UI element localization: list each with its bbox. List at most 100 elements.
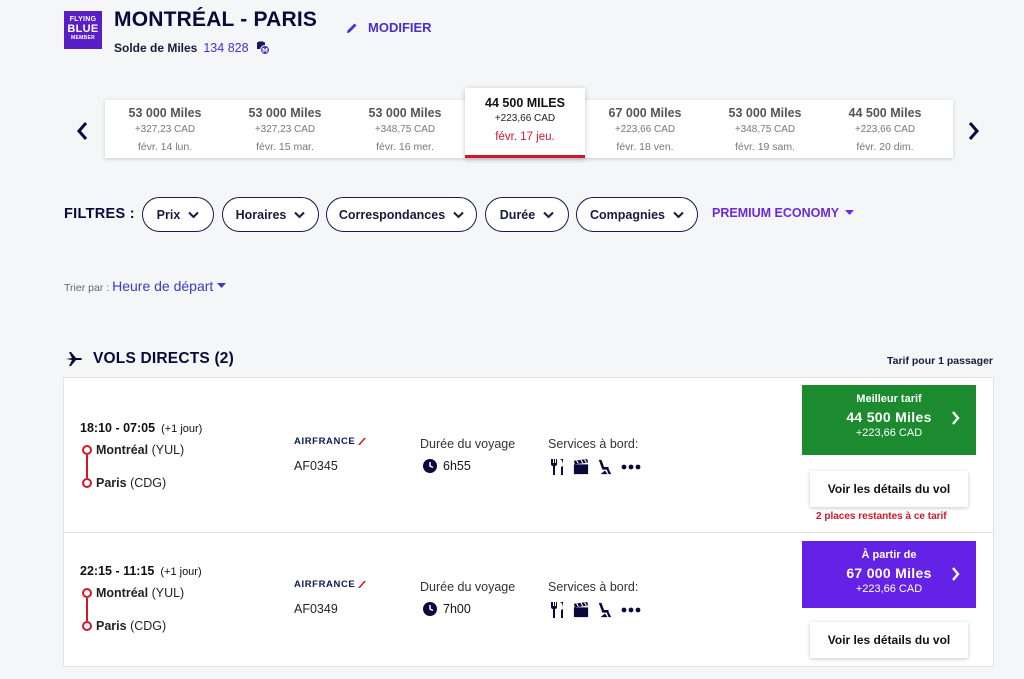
miles-balance-label: Solde de Miles [114,40,198,55]
plane-icon [66,352,82,366]
destination: Paris (CDG) [96,619,166,633]
fare-miles: 67 000 Miles [846,565,932,581]
services-label: Services à bord: [548,437,639,451]
flight-details-button[interactable]: Voir les détails du vol [810,622,968,658]
clock-icon [423,459,437,473]
badge-line2: BLUE [67,23,99,35]
date-label: févr. 15 mar. [256,141,314,153]
origin: Montréal (YUL) [96,586,184,600]
dest-dot [82,478,92,488]
more-icon[interactable] [621,458,641,476]
airline-logo: AIRFRANCE [294,579,367,590]
meal-icon [551,602,563,618]
fare-from-button[interactable]: À partir de 67 000 Miles +223,66 CAD [802,541,976,608]
route-title: MONTRÉAL - PARIS [114,8,318,31]
date-option[interactable]: 67 000 Miles +223,66 CAD févr. 18 ven. [585,100,705,158]
plus-day: (+1 jour) [160,566,202,578]
origin-dot [82,588,92,598]
modify-label: MODIFIER [368,20,432,35]
origin-city: Montréal [96,443,149,457]
date-option-selected[interactable]: 44 500 MILES +223,66 CAD févr. 17 jeu. [465,88,585,158]
date-option[interactable]: 53 000 Miles +327,23 CAD févr. 15 mar. [225,100,345,158]
date-cad: +327,23 CAD [254,124,316,135]
prev-dates-button[interactable] [72,118,92,144]
clock-icon [423,602,437,616]
fare-note: Tarif pour 1 passager [886,355,993,367]
sort-label: Trier par : [64,282,110,294]
date-label: févr. 19 sam. [734,141,796,153]
date-miles: 53 000 Miles [728,106,802,120]
flight-details-button[interactable]: Voir les détails du vol [810,471,968,507]
destination: Paris (CDG) [96,476,166,490]
chevron-down-icon [188,211,200,218]
filters-title: FILTRES : [64,206,135,222]
movie-icon [573,459,589,475]
flight-card: 18:10 - 07:05 (+1 jour) Montréal (YUL) Pa… [63,377,994,533]
chevron-down-icon [543,211,554,218]
section-header: VOLS DIRECTS (2) [66,350,234,368]
date-label: févr. 14 lun. [137,141,193,153]
airline-logo: AIRFRANCE [294,436,367,447]
modify-button[interactable]: MODIFIER [345,20,432,35]
origin-dot [82,445,92,455]
filter-label: Horaires [235,207,287,222]
date-option[interactable]: 53 000 Miles +327,23 CAD févr. 14 lun. [105,100,225,158]
date-cad: +348,75 CAD [374,124,436,135]
filter-connections[interactable]: Correspondances [326,197,477,232]
flying-blue-badge: FLYING BLUE MEMBER [64,11,102,49]
date-miles: 67 000 Miles [608,106,682,120]
date-option[interactable]: 53 000 Miles +348,75 CAD févr. 19 sam. [705,100,825,158]
chevron-down-icon [673,211,684,218]
date-cad: +223,66 CAD [494,113,556,124]
next-dates-button[interactable] [964,118,984,144]
date-option[interactable]: 53 000 Miles +348,75 CAD févr. 16 mer. [345,100,465,158]
section-title: VOLS DIRECTS (2) [93,350,234,367]
movie-icon [573,602,589,618]
sort-value: Heure de départ [112,278,214,294]
date-miles: 44 500 Miles [848,106,922,120]
date-option[interactable]: 44 500 Miles +223,66 CAD févr. 20 dim. [825,100,945,158]
airline-name: AIRFRANCE [294,579,356,590]
flight-times: 18:10 - 07:05 (+1 jour) [80,421,202,435]
caret-down-icon [845,210,855,215]
origin-code: (YUL) [151,586,185,600]
filter-label: Prix [156,207,181,222]
services-label: Services à bord: [548,580,639,594]
seat-icon [598,602,612,618]
flight-number: AF0345 [294,459,338,473]
more-icon[interactable] [621,601,641,619]
dest-city: Paris [96,476,127,490]
duration-value: 7h00 [443,602,471,616]
flight-times: 22:15 - 11:15 (+1 jour) [80,564,202,578]
fare-miles: 44 500 Miles [846,409,932,425]
dest-code: (CDG) [130,619,167,633]
badge-line3: MEMBER [70,35,96,41]
filter-price[interactable]: Prix [142,197,214,232]
times-text: 18:10 - 07:05 [80,421,156,435]
filter-label: Durée [499,207,536,222]
fare-title: Meilleur tarif [856,393,922,405]
cabin-selector[interactable]: PREMIUM ECONOMY [712,206,855,220]
fare-cad: +223,66 CAD [855,427,923,439]
sort-dropdown[interactable]: Heure de départ [112,278,227,294]
origin-city: Montréal [96,586,149,600]
origin: Montréal (YUL) [96,443,184,457]
date-label: févr. 18 ven. [616,141,674,153]
flight-card: 22:15 - 11:15 (+1 jour) Montréal (YUL) Pa… [63,533,994,667]
date-miles: 53 000 Miles [368,106,442,120]
filter-label: Correspondances [338,207,446,222]
chevron-left-icon [77,122,88,140]
svg-text:M: M [262,47,268,54]
filter-airlines[interactable]: Compagnies [576,197,698,232]
fare-cad: +223,66 CAD [855,583,923,595]
sort-control: Trier par : Heure de départ [64,278,227,294]
duration: 6h55 [423,459,471,473]
best-fare-button[interactable]: Meilleur tarif 44 500 Miles +223,66 CAD [802,385,976,455]
filter-label: Compagnies [589,207,665,222]
filter-schedule[interactable]: Horaires [222,197,319,232]
date-cad: +223,66 CAD [854,124,916,135]
airline-name: AIRFRANCE [294,436,356,447]
date-cad: +348,75 CAD [734,124,796,135]
route-line [86,455,88,478]
filter-duration[interactable]: Durée [485,197,569,232]
